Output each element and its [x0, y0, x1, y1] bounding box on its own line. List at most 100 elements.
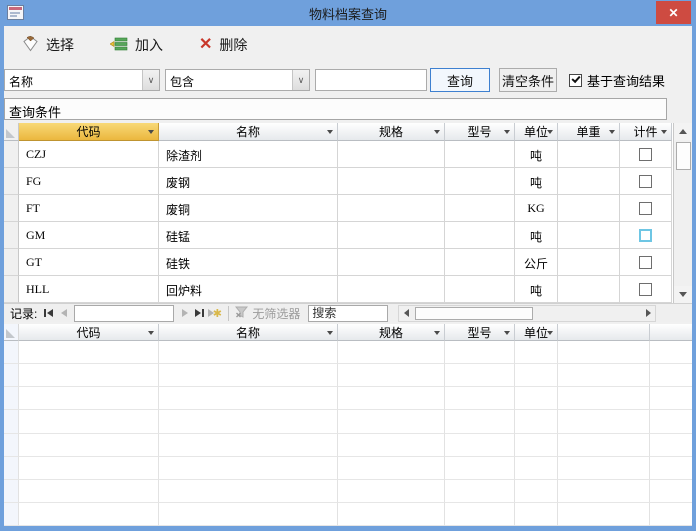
cell-spec[interactable]	[338, 141, 445, 168]
column-dropdown-icon[interactable]	[504, 130, 510, 134]
piece-checkbox[interactable]	[639, 202, 652, 215]
row-selector[interactable]	[4, 249, 19, 276]
chevron-down-icon[interactable]: ∨	[292, 70, 309, 90]
piece-checkbox[interactable]	[639, 175, 652, 188]
cell-spec[interactable]	[338, 168, 445, 195]
cell-name[interactable]: 废铜	[159, 195, 338, 222]
cell-model[interactable]	[445, 141, 515, 168]
cell-weight[interactable]	[558, 276, 620, 303]
cell-model[interactable]	[445, 249, 515, 276]
cell-weight[interactable]	[558, 222, 620, 249]
cell-name[interactable]: 除渣剂	[159, 141, 338, 168]
select-all-corner[interactable]	[4, 123, 19, 141]
cell-name[interactable]: 硅铁	[159, 249, 338, 276]
cell-spec[interactable]	[338, 249, 445, 276]
row-selector[interactable]	[4, 141, 19, 168]
clear-conditions-button[interactable]: 清空条件	[499, 68, 557, 92]
cell-spec[interactable]	[338, 195, 445, 222]
header-weight[interactable]: 单重	[558, 123, 620, 141]
header-piece[interactable]: 计件	[620, 123, 672, 141]
row-selector[interactable]	[4, 276, 19, 303]
cell-unit[interactable]: 吨	[515, 168, 558, 195]
cell-weight[interactable]	[558, 141, 620, 168]
scroll-left-button[interactable]	[399, 306, 413, 321]
cell-weight[interactable]	[558, 249, 620, 276]
delete-button[interactable]: ✕ 删除	[199, 35, 247, 55]
piece-checkbox[interactable]	[639, 283, 652, 296]
cell-weight[interactable]	[558, 195, 620, 222]
cell-name[interactable]: 废钢	[159, 168, 338, 195]
cell-unit[interactable]: KG	[515, 195, 558, 222]
scroll-up-button[interactable]	[674, 123, 692, 140]
cell-code[interactable]: GM	[19, 222, 159, 249]
cell-code[interactable]: HLL	[19, 276, 159, 303]
cell-code[interactable]: CZJ	[19, 141, 159, 168]
scrollbar-thumb[interactable]	[675, 142, 691, 170]
row-selector[interactable]	[4, 341, 19, 365]
cell-unit[interactable]: 吨	[515, 141, 558, 168]
column-dropdown-icon[interactable]	[661, 130, 667, 134]
row-selector[interactable]	[4, 168, 19, 195]
row-selector[interactable]	[4, 456, 19, 480]
row-selector[interactable]	[4, 479, 19, 503]
column-dropdown-icon[interactable]	[148, 331, 154, 335]
last-record-button[interactable]	[192, 306, 207, 321]
column-dropdown-icon[interactable]	[434, 331, 440, 335]
row-selector[interactable]	[4, 222, 19, 249]
record-number-input[interactable]	[74, 304, 175, 322]
row-selector[interactable]	[4, 410, 19, 434]
column-dropdown-icon[interactable]	[609, 130, 615, 134]
header-model[interactable]: 型号	[445, 123, 515, 141]
cell-name[interactable]: 回炉料	[159, 276, 338, 303]
horizontal-scrollbar[interactable]	[398, 304, 657, 322]
column-dropdown-icon[interactable]	[327, 130, 333, 134]
piece-checkbox[interactable]	[639, 256, 652, 269]
row-selector[interactable]	[4, 433, 19, 457]
row-selector[interactable]	[4, 364, 19, 388]
column-dropdown-icon[interactable]	[504, 331, 510, 335]
scrollbar-thumb[interactable]	[415, 306, 534, 320]
cell-code[interactable]: FT	[19, 195, 159, 222]
select-all-corner[interactable]	[4, 324, 19, 341]
header-name[interactable]: 名称	[159, 324, 338, 341]
keyword-input[interactable]	[315, 69, 427, 91]
cell-model[interactable]	[445, 222, 515, 249]
header-spec[interactable]: 规格	[338, 123, 445, 141]
cell-spec[interactable]	[338, 222, 445, 249]
query-result-checkbox[interactable]	[569, 73, 582, 87]
column-dropdown-icon[interactable]	[547, 130, 553, 134]
piece-checkbox-focused[interactable]	[639, 229, 652, 242]
select-button[interactable]: 选择	[22, 35, 74, 55]
row-selector[interactable]	[4, 502, 19, 526]
header-name[interactable]: 名称	[159, 123, 338, 141]
header-model[interactable]: 型号	[445, 324, 515, 341]
header-code[interactable]: 代码	[19, 324, 159, 341]
first-record-button[interactable]	[41, 306, 56, 321]
row-selector[interactable]	[4, 195, 19, 222]
cell-unit[interactable]: 公斤	[515, 249, 558, 276]
search-input[interactable]	[308, 304, 389, 322]
cell-model[interactable]	[445, 195, 515, 222]
scroll-down-button[interactable]	[674, 286, 692, 303]
header-code[interactable]: 代码	[19, 123, 159, 141]
cell-model[interactable]	[445, 168, 515, 195]
cell-unit[interactable]: 吨	[515, 276, 558, 303]
cell-code[interactable]: GT	[19, 249, 159, 276]
close-button[interactable]: ✕	[656, 1, 691, 24]
column-dropdown-icon[interactable]	[434, 130, 440, 134]
piece-checkbox[interactable]	[639, 148, 652, 161]
column-dropdown-icon[interactable]	[327, 331, 333, 335]
cell-code[interactable]: FG	[19, 168, 159, 195]
header-unit[interactable]: 单位	[515, 324, 558, 341]
cell-name[interactable]: 硅锰	[159, 222, 338, 249]
cell-model[interactable]	[445, 276, 515, 303]
row-selector[interactable]	[4, 387, 19, 411]
header-unit[interactable]: 单位	[515, 123, 558, 141]
field-combobox[interactable]: 名称 ∨	[4, 69, 160, 91]
cell-weight[interactable]	[558, 168, 620, 195]
chevron-down-icon[interactable]: ∨	[142, 70, 159, 90]
cell-unit[interactable]: 吨	[515, 222, 558, 249]
query-button[interactable]: 查询	[430, 68, 490, 92]
column-dropdown-icon[interactable]	[148, 130, 154, 134]
scroll-right-button[interactable]	[641, 306, 655, 321]
